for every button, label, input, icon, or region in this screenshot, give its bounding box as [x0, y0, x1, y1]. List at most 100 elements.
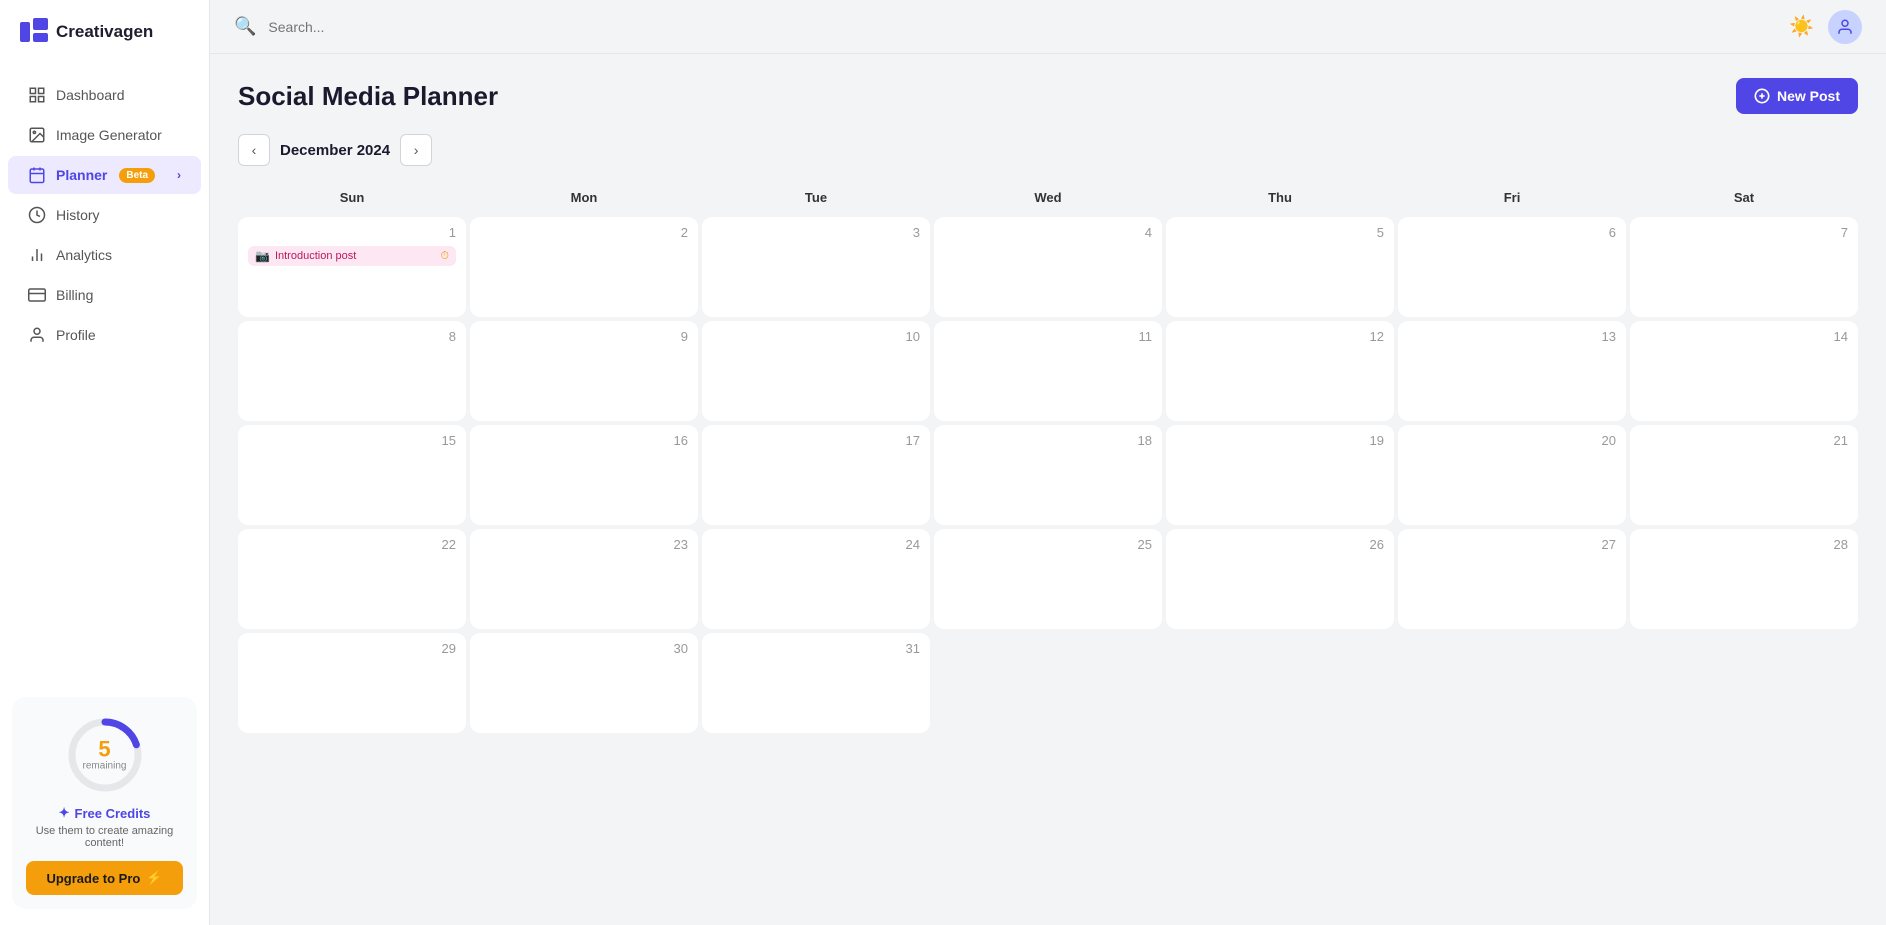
next-month-button[interactable]: ›: [400, 134, 432, 166]
avatar[interactable]: [1828, 10, 1862, 44]
calendar-cell-21[interactable]: 21: [1630, 425, 1858, 525]
calendar-date-3: 3: [712, 225, 920, 240]
day-header-thu: Thu: [1166, 182, 1394, 213]
calendar-cell-14[interactable]: 14: [1630, 321, 1858, 421]
sidebar-item-billing[interactable]: Billing: [8, 276, 201, 314]
calendar-date-4: 4: [944, 225, 1152, 240]
search-icon: 🔍: [234, 16, 256, 37]
calendar-cell-4[interactable]: 4: [934, 217, 1162, 317]
sidebar-item-profile-label: Profile: [56, 327, 96, 343]
calendar-header: Sun Mon Tue Wed Thu Fri Sat: [238, 182, 1858, 213]
calendar-date-13: 13: [1408, 329, 1616, 344]
sidebar-item-profile[interactable]: Profile: [8, 316, 201, 354]
image-icon: [28, 126, 46, 144]
calendar-cell-10[interactable]: 10: [702, 321, 930, 421]
calendar-cell-13[interactable]: 13: [1398, 321, 1626, 421]
calendar-cell-empty-end-2: [1398, 633, 1626, 733]
day-header-wed: Wed: [934, 182, 1162, 213]
sidebar-item-planner-label: Planner: [56, 167, 107, 183]
calendar-cell-23[interactable]: 23: [470, 529, 698, 629]
prev-month-button[interactable]: ‹: [238, 134, 270, 166]
calendar-cell-empty-end-3: [1630, 633, 1858, 733]
credits-description: Use them to create amazing content!: [26, 825, 183, 849]
chevron-right-icon: ›: [177, 168, 181, 182]
calendar-date-7: 7: [1640, 225, 1848, 240]
calendar-cell-12[interactable]: 12: [1166, 321, 1394, 421]
calendar-cell-19[interactable]: 19: [1166, 425, 1394, 525]
calendar-cell-16[interactable]: 16: [470, 425, 698, 525]
sidebar-item-billing-label: Billing: [56, 287, 93, 303]
calendar-date-17: 17: [712, 433, 920, 448]
sidebar-item-analytics[interactable]: Analytics: [8, 236, 201, 274]
calendar-cell-9[interactable]: 9: [470, 321, 698, 421]
search-input[interactable]: [268, 19, 1777, 35]
calendar-cell-30[interactable]: 30: [470, 633, 698, 733]
calendar-grid: 1 📷 Introduction post ⏱ 23 456 7 89 10 1112 13 14 15…: [238, 217, 1858, 733]
sidebar: Creativagen Dashboard Image Generator Pl…: [0, 0, 210, 925]
calendar-cell-3[interactable]: 3: [702, 217, 930, 317]
calendar-event[interactable]: 📷 Introduction post ⏱: [248, 246, 456, 266]
time-icon: ⏱: [440, 250, 449, 263]
calendar-cell-25[interactable]: 25: [934, 529, 1162, 629]
calendar-date-9: 9: [480, 329, 688, 344]
calendar-cell-17[interactable]: 17: [702, 425, 930, 525]
user-icon: [28, 326, 46, 344]
calendar-cell-18[interactable]: 18: [934, 425, 1162, 525]
app-name: Creativagen: [56, 22, 153, 42]
sidebar-item-image-generator[interactable]: Image Generator: [8, 116, 201, 154]
calendar-cell-2[interactable]: 2: [470, 217, 698, 317]
beta-badge: Beta: [119, 168, 155, 183]
topbar-right: ☀️: [1789, 10, 1862, 44]
sidebar-item-dashboard[interactable]: Dashboard: [8, 76, 201, 114]
calendar-cell-28[interactable]: 28: [1630, 529, 1858, 629]
calendar-icon: [28, 166, 46, 184]
calendar-date-28: 28: [1640, 537, 1848, 552]
sidebar-nav: Dashboard Image Generator Planner Beta ›…: [0, 64, 209, 685]
calendar-cell-empty-end-0: [934, 633, 1162, 733]
calendar-cell-11[interactable]: 11: [934, 321, 1162, 421]
calendar-nav: ‹ December 2024 ›: [238, 134, 1858, 166]
bar-chart-icon: [28, 246, 46, 264]
upgrade-button[interactable]: Upgrade to Pro ⚡: [26, 861, 183, 895]
calendar-date-10: 10: [712, 329, 920, 344]
calendar-date-23: 23: [480, 537, 688, 552]
calendar-month: December 2024: [280, 142, 390, 159]
event-title: Introduction post: [275, 250, 356, 262]
sun-icon[interactable]: ☀️: [1789, 14, 1814, 39]
calendar-cell-20[interactable]: 20: [1398, 425, 1626, 525]
calendar-cell-15[interactable]: 15: [238, 425, 466, 525]
calendar-cell-29[interactable]: 29: [238, 633, 466, 733]
sidebar-item-planner[interactable]: Planner Beta ›: [8, 156, 201, 194]
calendar-date-30: 30: [480, 641, 688, 656]
new-post-button[interactable]: New Post: [1736, 78, 1858, 114]
main-content: 🔍 ☀️ Social Media Planner New Post ‹ Dec…: [210, 0, 1886, 925]
day-header-fri: Fri: [1398, 182, 1626, 213]
calendar-date-1: 1: [248, 225, 456, 240]
calendar-cell-8[interactable]: 8: [238, 321, 466, 421]
credits-ring: 5 remaining: [65, 715, 145, 795]
calendar-cell-31[interactable]: 31: [702, 633, 930, 733]
content-area: Social Media Planner New Post ‹ December…: [210, 54, 1886, 925]
sidebar-item-history[interactable]: History: [8, 196, 201, 234]
calendar-date-20: 20: [1408, 433, 1616, 448]
calendar-cell-5[interactable]: 5: [1166, 217, 1394, 317]
calendar-date-21: 21: [1640, 433, 1848, 448]
sidebar-item-history-label: History: [56, 207, 100, 223]
content-header: Social Media Planner New Post: [238, 78, 1858, 114]
credits-card: 5 remaining ✦ Free Credits Use them to c…: [12, 697, 197, 909]
calendar-cell-22[interactable]: 22: [238, 529, 466, 629]
calendar-cell-7[interactable]: 7: [1630, 217, 1858, 317]
calendar-cell-27[interactable]: 27: [1398, 529, 1626, 629]
plus-circle-icon: [1754, 88, 1770, 104]
calendar-cell-1[interactable]: 1 📷 Introduction post ⏱: [238, 217, 466, 317]
sparkle-icon: ✦: [59, 805, 70, 821]
calendar-cell-24[interactable]: 24: [702, 529, 930, 629]
calendar-date-14: 14: [1640, 329, 1848, 344]
calendar-date-15: 15: [248, 433, 456, 448]
instagram-icon: 📷: [255, 249, 270, 263]
calendar-cell-26[interactable]: 26: [1166, 529, 1394, 629]
calendar-cell-6[interactable]: 6: [1398, 217, 1626, 317]
calendar-date-29: 29: [248, 641, 456, 656]
calendar-date-6: 6: [1408, 225, 1616, 240]
calendar-date-31: 31: [712, 641, 920, 656]
